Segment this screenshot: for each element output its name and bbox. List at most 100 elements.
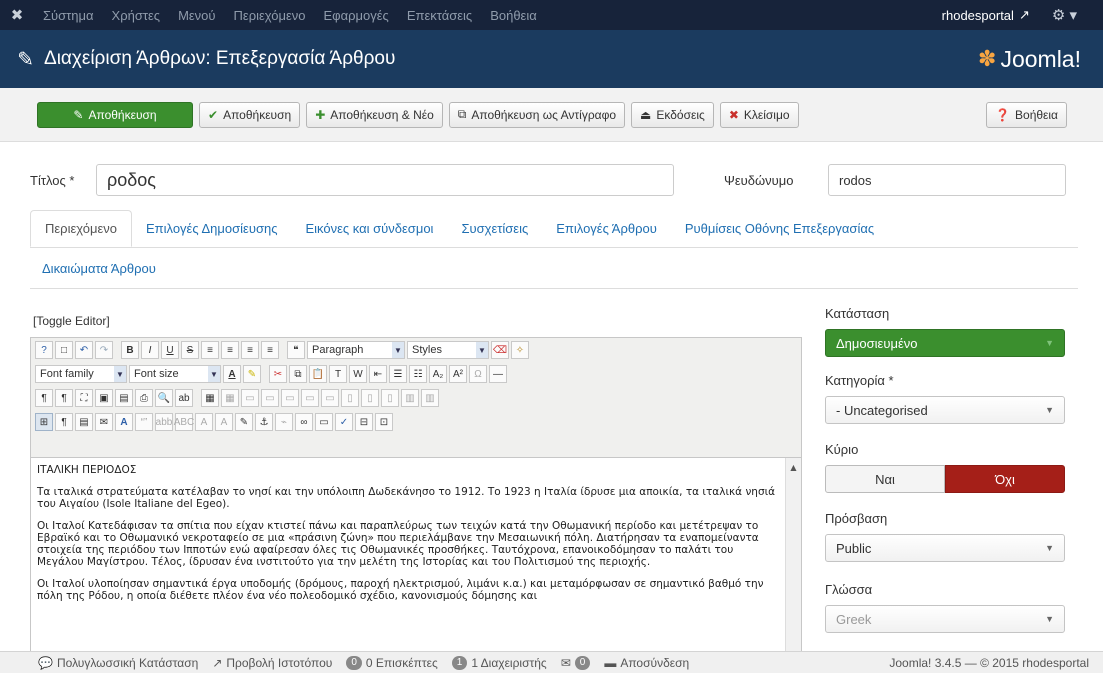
menu-help[interactable]: Βοήθεια xyxy=(481,8,546,23)
row-after-icon[interactable]: ▭ xyxy=(301,389,319,407)
undo-icon[interactable]: ↶ xyxy=(75,341,93,359)
category-select[interactable]: - Uncategorised ▼ xyxy=(825,396,1065,424)
unlink-icon[interactable]: ⌁ xyxy=(275,413,293,431)
alias-input[interactable]: rodos xyxy=(828,164,1066,196)
gear-icon[interactable]: ⚙ ▾ xyxy=(1052,6,1103,24)
delete-col-icon[interactable]: ▯ xyxy=(381,389,399,407)
bold-icon[interactable]: B xyxy=(121,341,139,359)
character-map-icon[interactable]: Ω xyxy=(469,365,487,383)
del-icon[interactable]: A xyxy=(195,413,213,431)
split-cells-icon[interactable]: ▥ xyxy=(421,389,439,407)
menu-users[interactable]: Χρήστες xyxy=(103,8,170,23)
find-icon[interactable]: 🔍 xyxy=(155,389,173,407)
status-select[interactable]: Δημοσιευμένο ▼ xyxy=(825,329,1065,357)
save-close-button[interactable]: ✔ Αποθήκευση xyxy=(199,101,301,128)
replace-icon[interactable]: ab xyxy=(175,389,193,407)
paste-icon[interactable]: 📋 xyxy=(309,365,327,383)
menu-content[interactable]: Περιεχόμενο xyxy=(225,8,315,23)
title-input[interactable]: ροδος xyxy=(96,164,674,196)
ins-icon[interactable]: A xyxy=(215,413,233,431)
blockquote-icon[interactable]: ❝ xyxy=(287,341,305,359)
cite-icon[interactable]: “” xyxy=(135,413,153,431)
save-new-button[interactable]: ✚ Αποθήκευση & Νέο xyxy=(306,101,443,128)
new-document-icon[interactable]: □ xyxy=(55,341,73,359)
superscript-icon[interactable]: A² xyxy=(449,365,467,383)
bullet-list-icon[interactable]: ☰ xyxy=(389,365,407,383)
row-props-icon[interactable]: ▭ xyxy=(241,389,259,407)
insert-date-icon[interactable]: ✉ xyxy=(95,413,113,431)
visual-aid-icon[interactable]: ⊞ xyxy=(35,413,53,431)
spellcheck-icon[interactable]: ✓ xyxy=(335,413,353,431)
align-justify-icon[interactable]: ≡ xyxy=(261,341,279,359)
highlight-icon[interactable]: ✎ xyxy=(243,365,261,383)
pagebreak-icon[interactable]: ⊡ xyxy=(375,413,393,431)
help-icon[interactable]: ? xyxy=(35,341,53,359)
paste-text-icon[interactable]: T xyxy=(329,365,347,383)
view-site-link[interactable]: ↗ Προβολή Ιστοτόπου xyxy=(212,656,332,670)
menu-extensions[interactable]: Επεκτάσεις xyxy=(398,8,481,23)
tab-editor-config[interactable]: Ρυθμίσεις Οθόνης Επεξεργασίας xyxy=(671,210,888,247)
anchor-icon[interactable]: ⚓ xyxy=(255,413,273,431)
font-size-select[interactable]: Font size ▼ xyxy=(129,365,221,383)
numbered-list-icon[interactable]: ☷ xyxy=(409,365,427,383)
tab-images-links[interactable]: Εικόνες και σύνδεσμοι xyxy=(291,210,447,247)
col-after-icon[interactable]: ▯ xyxy=(361,389,379,407)
print-icon[interactable]: ⎙ xyxy=(135,389,153,407)
tab-permissions[interactable]: Δικαιώματα Άρθρου xyxy=(30,248,1078,288)
rtl-icon[interactable]: ¶ xyxy=(55,389,73,407)
delete-row-icon[interactable]: ▭ xyxy=(321,389,339,407)
style-props-icon[interactable]: A xyxy=(115,413,133,431)
copy-icon[interactable]: ⧉ xyxy=(289,365,307,383)
site-link[interactable]: rhodesportal ↗ xyxy=(942,7,1052,23)
text-color-icon[interactable]: A xyxy=(223,365,241,383)
acronym-icon[interactable]: ABC xyxy=(174,413,194,431)
align-right-icon[interactable]: ≡ xyxy=(241,341,259,359)
featured-no-button[interactable]: Όχι xyxy=(945,465,1065,493)
styles-select[interactable]: Styles ▼ xyxy=(407,341,489,359)
paste-word-icon[interactable]: W xyxy=(349,365,367,383)
show-blocks-icon[interactable]: ¶ xyxy=(55,413,73,431)
tab-publishing[interactable]: Επιλογές Δημοσίευσης xyxy=(132,210,292,247)
horizontal-rule-icon[interactable]: — xyxy=(489,365,507,383)
menu-components[interactable]: Εφαρμογές xyxy=(315,8,398,23)
ltr-icon[interactable]: ¶ xyxy=(35,389,53,407)
messages-link[interactable]: ✉ 0 xyxy=(561,655,591,670)
outdent-icon[interactable]: ⇤ xyxy=(369,365,387,383)
underline-icon[interactable]: U xyxy=(161,341,179,359)
tab-associations[interactable]: Συσχετίσεις xyxy=(447,210,542,247)
cut-icon[interactable]: ✂ xyxy=(269,365,287,383)
attributes-icon[interactable]: ✎ xyxy=(235,413,253,431)
hr-icon[interactable]: ⊟ xyxy=(355,413,373,431)
format-select[interactable]: Paragraph ▼ xyxy=(307,341,405,359)
save-copy-button[interactable]: ⧉ Αποθήκευση ως Αντίγραφο xyxy=(448,101,626,128)
editor-scrollbar[interactable]: ▲ xyxy=(785,458,801,657)
template-icon[interactable]: ▤ xyxy=(75,413,93,431)
align-left-icon[interactable]: ≡ xyxy=(201,341,219,359)
help-button[interactable]: ❓ Βοήθεια xyxy=(986,101,1067,128)
versions-button[interactable]: ⏏ Εκδόσεις xyxy=(631,101,714,128)
eraser-icon[interactable]: ⌫ xyxy=(491,341,509,359)
menu-system[interactable]: Σύστημα xyxy=(34,8,103,23)
link-icon[interactable]: ∞ xyxy=(295,413,313,431)
media-icon[interactable]: ▤ xyxy=(115,389,133,407)
multilingual-status-link[interactable]: 💬 Πολυγλωσσική Κατάσταση xyxy=(38,656,198,670)
row-before-icon[interactable]: ▭ xyxy=(281,389,299,407)
subscript-icon[interactable]: A₂ xyxy=(429,365,447,383)
close-button[interactable]: ✖ Κλείσιμο xyxy=(719,101,799,128)
table-icon[interactable]: ▦ xyxy=(201,389,219,407)
strikethrough-icon[interactable]: S xyxy=(181,341,199,359)
tab-article-options[interactable]: Επιλογές Άρθρου xyxy=(542,210,671,247)
tab-content[interactable]: Περιεχόμενο xyxy=(30,210,132,247)
table-props-icon[interactable]: ▦ xyxy=(221,389,239,407)
cell-props-icon[interactable]: ▭ xyxy=(261,389,279,407)
fullscreen-icon[interactable]: ⛶ xyxy=(75,389,93,407)
access-select[interactable]: Public ▼ xyxy=(825,534,1065,562)
menu-menus[interactable]: Μενού xyxy=(169,8,224,23)
embed-icon[interactable]: ▭ xyxy=(315,413,333,431)
featured-yes-button[interactable]: Ναι xyxy=(825,465,945,493)
logout-link[interactable]: ▬ Αποσύνδεση xyxy=(604,656,689,670)
scroll-up-icon[interactable]: ▲ xyxy=(786,462,801,474)
cleanup-icon[interactable]: ✧ xyxy=(511,341,529,359)
font-family-select[interactable]: Font family ▼ xyxy=(35,365,127,383)
toggle-editor-link[interactable]: [Toggle Editor] xyxy=(33,314,110,328)
